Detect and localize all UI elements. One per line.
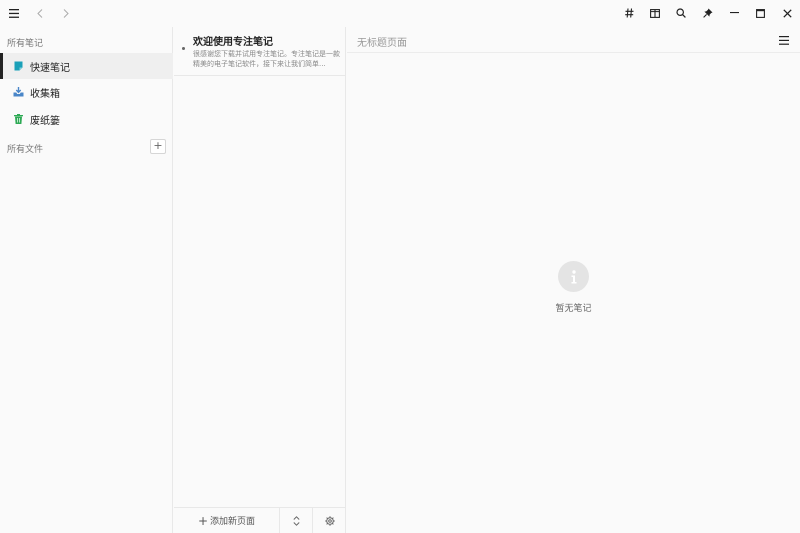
search-icon[interactable] (671, 4, 691, 22)
hash-icon[interactable] (619, 4, 639, 22)
chevron-right-icon[interactable] (56, 4, 76, 22)
all-files-section-label: 所有文件 (7, 145, 44, 155)
editor-header: 无标题页面 (347, 27, 800, 53)
inbox-icon (13, 87, 24, 98)
add-page-label: 添加新页面 (210, 517, 256, 527)
gear-icon[interactable] (313, 508, 346, 533)
sidebar-item-label: 快速笔记 (30, 62, 70, 74)
note-list-footer: + 添加新页面 (174, 507, 346, 533)
empty-state-text: 暂无笔记 (555, 304, 592, 314)
all-notes-section-label: 所有笔记 (7, 39, 44, 49)
sort-icon[interactable] (280, 508, 313, 533)
plus-icon: + (197, 513, 209, 528)
list-item[interactable]: 欢迎使用专注笔记 很感谢您下载并试用专注笔记。专注笔记是一款精美的电子笔记软件，… (174, 27, 346, 76)
sidebar: 所有笔记 快速笔记 收集箱 废纸篓 所有文件 + (0, 27, 173, 533)
sidebar-item-label: 收集箱 (30, 88, 60, 100)
menu-icon[interactable] (4, 4, 24, 22)
sidebar-item-label: 废纸篓 (30, 115, 60, 127)
sidebar-item-quick-notes[interactable]: 快速笔记 (0, 53, 173, 79)
add-folder-button[interactable]: + (150, 139, 166, 154)
note-dot-icon (182, 47, 185, 50)
note-list: 欢迎使用专注笔记 很感谢您下载并试用专注笔记。专注笔记是一款精美的电子笔记软件，… (174, 27, 346, 533)
minimize-icon[interactable] (724, 4, 744, 22)
note-snippet: 很感谢您下载并试用专注笔记。专注笔记是一款精美的电子笔记软件，接下来让我们简单.… (193, 50, 340, 68)
pin-icon[interactable] (698, 4, 718, 22)
hamburger-icon[interactable] (777, 33, 791, 47)
split-view-icon[interactable] (645, 4, 665, 22)
empty-state: 暂无笔记 (347, 261, 800, 314)
trash-icon (13, 114, 24, 125)
page-title[interactable]: 无标题页面 (357, 34, 407, 49)
close-icon[interactable] (777, 4, 797, 22)
info-icon (558, 261, 589, 292)
sidebar-item-trash[interactable]: 废纸篓 (0, 106, 173, 132)
note-icon (13, 61, 24, 72)
editor-pane: 无标题页面 暂无笔记 (347, 27, 800, 533)
note-title: 欢迎使用专注笔记 (193, 37, 273, 48)
add-page-button[interactable]: + 添加新页面 (174, 508, 280, 533)
chevron-left-icon[interactable] (30, 4, 50, 22)
sidebar-item-inbox[interactable]: 收集箱 (0, 79, 173, 105)
maximize-icon[interactable] (750, 4, 770, 22)
top-toolbar (0, 0, 800, 27)
